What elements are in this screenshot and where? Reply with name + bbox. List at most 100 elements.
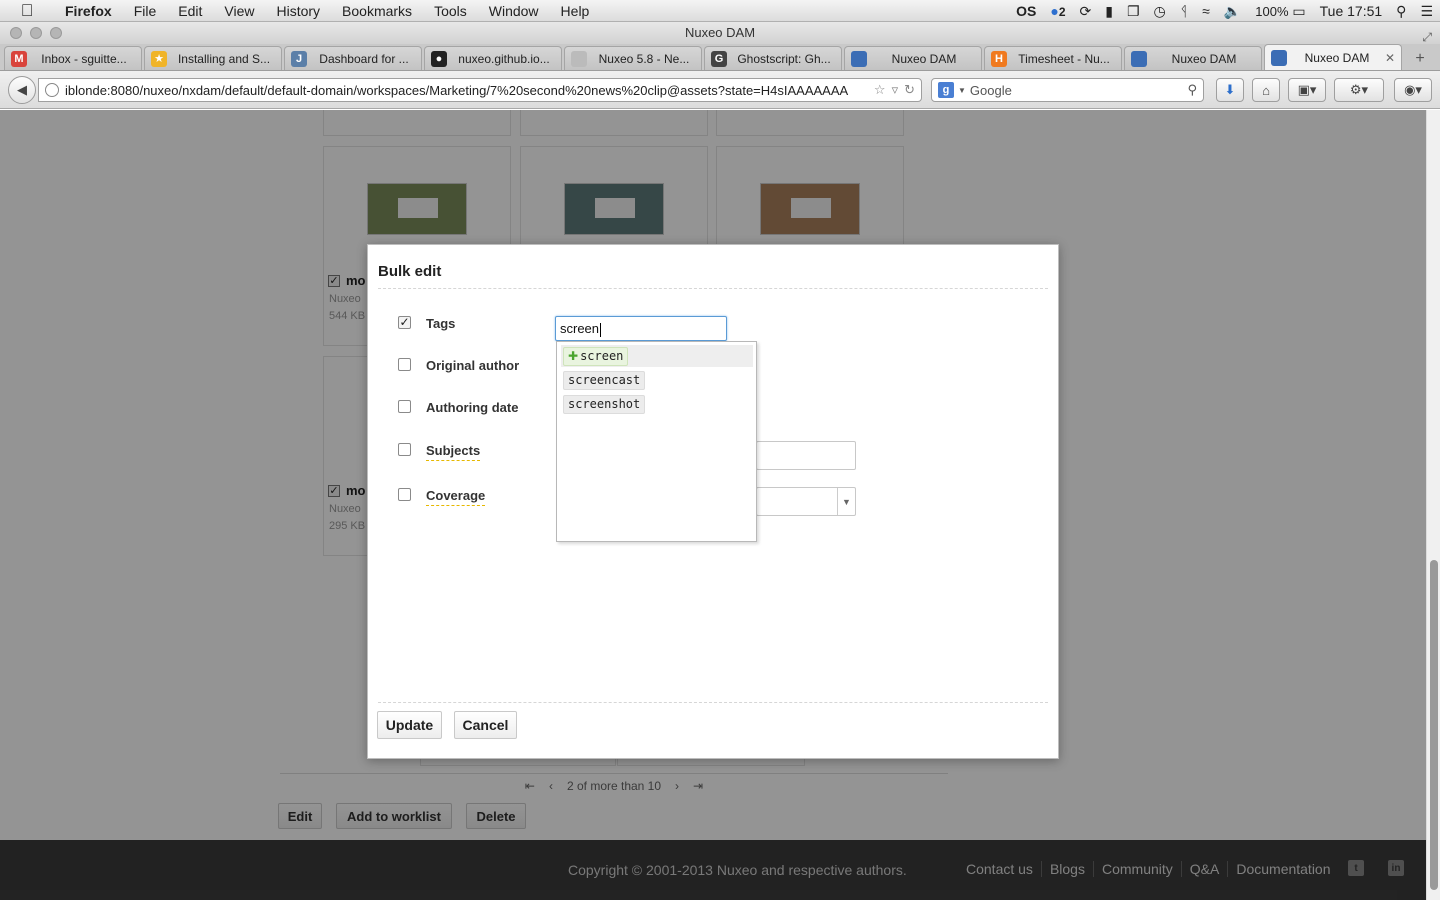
suggestion-item[interactable]: screenshot [561, 393, 753, 415]
suggestion-label: screen [580, 349, 624, 363]
bluetooth-icon[interactable]: ᛩ [1173, 3, 1195, 19]
colorwheel-icon: ◉▾ [1404, 82, 1422, 97]
browser-tab[interactable]: G Ghostscript: Gh... [704, 46, 842, 70]
menu-tools[interactable]: Tools [423, 3, 478, 19]
profile-button[interactable]: ◉▾ [1394, 78, 1432, 102]
home-button[interactable]: ⌂ [1252, 78, 1280, 102]
battery-percent: 100% [1255, 3, 1289, 19]
apple-menu-icon[interactable]:  [0, 1, 54, 21]
menu-history[interactable]: History [265, 3, 331, 19]
tags-input[interactable]: screen [555, 316, 727, 341]
coverage-select[interactable]: ▼ [756, 487, 856, 516]
browser-tab[interactable]: Nuxeo DAM ✕ [1264, 44, 1402, 70]
camera-icon: ▣▾ [1297, 82, 1317, 97]
add-tag-icon: ✚ [568, 349, 579, 363]
original-author-checkbox[interactable] [398, 358, 411, 371]
browser-tab[interactable]: M Inbox - sguitte... [4, 46, 142, 70]
url-bar[interactable]: iblonde:8080/nuxeo/nxdam/default/default… [38, 78, 922, 102]
os-indicator[interactable]: OS [1009, 3, 1043, 19]
update-button[interactable]: Update [377, 711, 442, 739]
browser-tab[interactable]: Nuxeo 5.8 - Ne... [564, 46, 702, 70]
authoring-date-checkbox[interactable] [398, 400, 411, 413]
tags-checkbox[interactable]: ✓ [398, 316, 411, 329]
back-arrow-icon: ◀ [17, 82, 27, 97]
menu-bookmarks[interactable]: Bookmarks [331, 3, 423, 19]
new-tag-chip[interactable]: ✚ screen [563, 347, 629, 366]
browser-tab[interactable]: H Timesheet - Nu... [984, 46, 1122, 70]
page-scrollbar[interactable] [1426, 110, 1440, 900]
title-divider [378, 288, 1048, 289]
close-tab-icon[interactable]: ✕ [1385, 51, 1395, 65]
subjects-label[interactable]: Subjects [426, 443, 481, 461]
jenkins-icon: J [291, 50, 307, 67]
url-text[interactable]: iblonde:8080/nuxeo/nxdam/default/default… [65, 83, 868, 98]
authoring-date-label: Authoring date [426, 400, 519, 415]
browser-tab[interactable]: J Dashboard for ... [284, 46, 422, 70]
coverage-label[interactable]: Coverage [426, 488, 486, 506]
menu-view[interactable]: View [213, 3, 265, 19]
window-controls [10, 27, 62, 39]
screenshot-tool-button[interactable]: ▣▾ [1288, 78, 1326, 102]
browser-tab[interactable]: ★ Installing and S... [144, 46, 282, 70]
tags-label: Tags [426, 316, 456, 331]
coverage-checkbox[interactable] [398, 488, 411, 501]
menu-firefox[interactable]: Firefox [54, 3, 123, 19]
nuxeo-icon [1271, 49, 1287, 66]
macos-menu-bar:  Firefox File Edit View History Bookmar… [0, 0, 1440, 22]
battery-status[interactable]: 100% ▭ [1248, 3, 1312, 20]
close-window-button[interactable] [10, 27, 22, 39]
menu-help[interactable]: Help [550, 3, 601, 19]
subjects-field[interactable] [756, 441, 856, 470]
chevron-down-icon[interactable]: ▼ [837, 488, 855, 515]
navigation-toolbar: ◀ iblonde:8080/nuxeo/nxdam/default/defau… [0, 71, 1440, 109]
search-bar[interactable]: g ▼ Google ⚲ [931, 78, 1204, 102]
cancel-button[interactable]: Cancel [454, 711, 517, 739]
suggestion-item[interactable]: screencast [561, 369, 753, 391]
browser-tab[interactable]: ● nuxeo.github.io... [424, 46, 562, 70]
zoom-window-button[interactable] [50, 27, 62, 39]
menu-window[interactable]: Window [478, 3, 550, 19]
history-dropdown-icon[interactable]: ▿ [892, 82, 899, 98]
browser-tab[interactable]: Nuxeo DAM [1124, 46, 1262, 70]
tab-label: Installing and S... [177, 51, 271, 66]
window-icon[interactable]: ❐ [1120, 3, 1147, 20]
subjects-checkbox[interactable] [398, 443, 411, 456]
wifi-icon[interactable]: ≈ [1195, 3, 1217, 19]
home-icon: ⌂ [1262, 82, 1270, 98]
window-title: Nuxeo DAM [684, 25, 756, 40]
bookmark-star-icon[interactable]: ☆ [874, 82, 886, 98]
browser-tab[interactable]: Nuxeo DAM [844, 46, 982, 70]
footer-divider [378, 702, 1048, 703]
new-tab-icon[interactable]: + [1408, 48, 1432, 70]
clipboard-icon[interactable]: ▮ [1098, 3, 1120, 20]
user-badge-icon[interactable]: ●2 [1043, 3, 1072, 19]
tab-label: Nuxeo DAM [1304, 50, 1370, 65]
back-button[interactable]: ◀ [8, 76, 36, 104]
downloads-button[interactable]: ⬇ [1216, 78, 1244, 102]
menu-edit[interactable]: Edit [167, 3, 213, 19]
menu-file[interactable]: File [123, 3, 168, 19]
tag-chip[interactable]: screenshot [563, 395, 646, 414]
notification-center-icon[interactable]: ☰ [1413, 3, 1440, 20]
clock[interactable]: Tue 17:51 [1313, 3, 1390, 19]
google-engine-icon[interactable]: g [938, 82, 954, 98]
spotlight-icon[interactable]: ⚲ [1389, 3, 1413, 20]
original-author-label: Original author [426, 358, 520, 373]
minimize-window-button[interactable] [30, 27, 42, 39]
magnifier-icon[interactable]: ⚲ [1187, 82, 1197, 98]
suggestion-item[interactable]: ✚ screen [561, 345, 753, 367]
sync-icon[interactable]: ⟳ [1073, 3, 1099, 20]
reload-icon[interactable]: ↻ [904, 82, 915, 98]
url-bar-actions: ☆ ▿ ↻ [874, 82, 915, 98]
scrollbar-thumb[interactable] [1430, 560, 1438, 890]
time-machine-icon[interactable]: ◷ [1147, 3, 1173, 20]
text-caret [600, 322, 602, 337]
engine-dropdown-icon[interactable]: ▼ [958, 86, 966, 95]
harvest-icon: H [991, 50, 1007, 67]
dialog-title: Bulk edit [378, 263, 442, 280]
volume-icon[interactable]: 🔈 [1217, 3, 1248, 20]
addon-menu-button[interactable]: ⚙▾ [1334, 78, 1384, 102]
site-identity-icon[interactable] [45, 83, 59, 97]
download-arrow-icon: ⬇ [1224, 82, 1236, 97]
tag-chip[interactable]: screencast [563, 371, 646, 390]
